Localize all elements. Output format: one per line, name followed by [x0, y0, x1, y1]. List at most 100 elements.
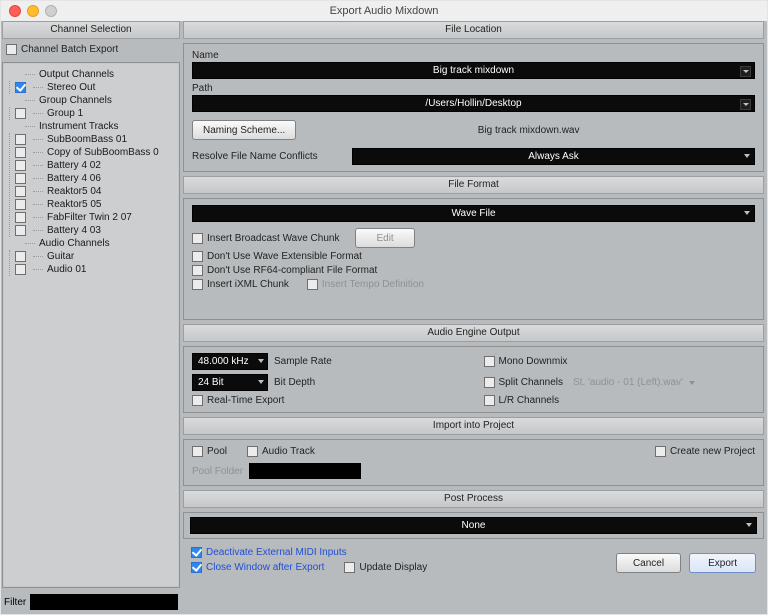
tree-group-audio[interactable]: Audio Channels: [37, 238, 110, 249]
channel-batch-export-checkbox[interactable]: [6, 44, 17, 55]
tree-checkbox[interactable]: [15, 225, 26, 236]
insert-ixml-checkbox[interactable]: [192, 279, 203, 290]
tree-group-group[interactable]: Group Channels: [37, 95, 112, 106]
titlebar: Export Audio Mixdown: [1, 1, 767, 22]
audio-track-checkbox[interactable]: [247, 446, 258, 457]
bottom-bar: Deactivate External MIDI Inputs Close Wi…: [183, 543, 764, 577]
dont-rf64-checkbox[interactable]: [192, 265, 203, 276]
tree-group-instrument[interactable]: Instrument Tracks: [37, 121, 118, 132]
tree-group-output[interactable]: Output Channels: [37, 69, 114, 80]
tree-checkbox[interactable]: [15, 251, 26, 262]
window-controls: [9, 5, 57, 17]
tree-item[interactable]: Battery 4 03: [45, 225, 101, 236]
tree-checkbox[interactable]: [15, 199, 26, 210]
post-process-header: Post Process: [183, 490, 764, 508]
tree-item[interactable]: Battery 4 06: [45, 173, 101, 184]
update-display-checkbox[interactable]: [344, 562, 355, 573]
tree-item[interactable]: Reaktor5 04: [45, 186, 101, 197]
zoom-icon[interactable]: [45, 5, 57, 17]
chevron-down-icon: [258, 359, 264, 363]
tree-checkbox[interactable]: [15, 212, 26, 223]
split-channels-checkbox[interactable]: [484, 377, 495, 388]
update-display-label: Update Display: [359, 562, 427, 573]
close-after-export-label: Close Window after Export: [206, 562, 324, 573]
post-process-value: None: [462, 520, 486, 531]
pool-checkbox[interactable]: [192, 446, 203, 457]
chevron-down-icon[interactable]: [740, 66, 751, 77]
close-after-export-checkbox[interactable]: [191, 562, 202, 573]
lr-channels-checkbox[interactable]: [484, 395, 495, 406]
pool-folder-label: Pool Folder: [192, 466, 243, 477]
chevron-down-icon: [258, 380, 264, 384]
resolve-conflicts-label: Resolve File Name Conflicts: [192, 151, 342, 162]
minimize-icon[interactable]: [27, 5, 39, 17]
chevron-down-icon: [744, 211, 750, 215]
mono-downmix-checkbox[interactable]: [484, 356, 495, 367]
path-field[interactable]: /Users/Hollin/Desktop: [192, 95, 755, 112]
naming-scheme-button[interactable]: Naming Scheme...: [192, 120, 296, 140]
sample-rate-field[interactable]: 48.000 kHz: [192, 353, 268, 370]
insert-broadcast-checkbox[interactable]: [192, 233, 203, 244]
tree-item[interactable]: Stereo Out: [45, 82, 95, 93]
channel-tree[interactable]: Output Channels Stereo Out Group Channel…: [2, 62, 180, 588]
tree-item[interactable]: SubBoomBass 01: [45, 134, 127, 145]
deactivate-midi-checkbox[interactable]: [191, 547, 202, 558]
create-new-project-checkbox[interactable]: [655, 446, 666, 457]
filter-input[interactable]: [30, 594, 178, 610]
export-button[interactable]: Export: [689, 553, 756, 573]
tree-item[interactable]: Battery 4 02: [45, 160, 101, 171]
real-time-export-checkbox[interactable]: [192, 395, 203, 406]
name-field[interactable]: Big track mixdown: [192, 62, 755, 79]
file-location-panel: Name Big track mixdown Path /Users/Holli…: [183, 43, 764, 172]
name-label: Name: [192, 50, 755, 61]
chevron-down-icon[interactable]: [689, 381, 695, 385]
audio-engine-header: Audio Engine Output: [183, 324, 764, 342]
resolve-conflicts-field[interactable]: Always Ask: [352, 148, 755, 165]
dont-wave-ext-checkbox[interactable]: [192, 251, 203, 262]
file-location-header: File Location: [183, 21, 764, 39]
post-process-field[interactable]: None: [190, 517, 757, 534]
dont-rf64-label: Don't Use RF64-compliant File Format: [207, 265, 377, 276]
tree-checkbox[interactable]: [15, 82, 26, 93]
name-value: Big track mixdown: [433, 65, 514, 76]
cancel-button[interactable]: Cancel: [616, 553, 681, 573]
channel-batch-export-row: Channel Batch Export: [2, 42, 180, 57]
file-format-field[interactable]: Wave File: [192, 205, 755, 222]
tree-item[interactable]: Guitar: [45, 251, 74, 262]
insert-broadcast-label: Insert Broadcast Wave Chunk: [207, 233, 339, 244]
file-format-panel: Wave File Insert Broadcast Wave Chunk Ed…: [183, 198, 764, 320]
tree-item[interactable]: Audio 01: [45, 264, 86, 275]
tree-checkbox[interactable]: [15, 173, 26, 184]
split-channels-value[interactable]: St. 'audio - 01 (Left).wav': [573, 377, 683, 388]
import-panel: Pool Audio Track Create new Project Pool…: [183, 439, 764, 486]
chevron-down-icon[interactable]: [740, 99, 751, 110]
sample-rate-value: 48.000 kHz: [198, 356, 249, 367]
edit-broadcast-button: Edit: [355, 228, 414, 248]
bit-depth-field[interactable]: 24 Bit: [192, 374, 268, 391]
close-icon[interactable]: [9, 5, 21, 17]
tree-item[interactable]: Copy of SubBoomBass 0: [45, 147, 159, 158]
tree-item[interactable]: Reaktor5 05: [45, 199, 101, 210]
tree-checkbox[interactable]: [15, 264, 26, 275]
file-format-header: File Format: [183, 176, 764, 194]
tree-checkbox[interactable]: [15, 108, 26, 119]
tree-checkbox[interactable]: [15, 147, 26, 158]
tree-item[interactable]: Group 1: [45, 108, 83, 119]
filter-row: Filter: [2, 591, 180, 613]
tree-checkbox[interactable]: [15, 160, 26, 171]
main-panel: File Location Name Big track mixdown Pat…: [183, 21, 766, 613]
sample-rate-label: Sample Rate: [274, 356, 332, 367]
chevron-down-icon: [746, 523, 752, 527]
bit-depth-label: Bit Depth: [274, 377, 315, 388]
channel-selection-sidebar: Channel Selection Channel Batch Export O…: [2, 21, 180, 613]
tree-item[interactable]: FabFilter Twin 2 07: [45, 212, 132, 223]
window-title: Export Audio Mixdown: [330, 5, 439, 17]
tree-checkbox[interactable]: [15, 134, 26, 145]
tree-checkbox[interactable]: [15, 186, 26, 197]
insert-tempo-label: Insert Tempo Definition: [322, 279, 424, 290]
audio-engine-panel: 48.000 kHz Sample Rate Mono Downmix 24 B…: [183, 346, 764, 413]
path-value: /Users/Hollin/Desktop: [425, 98, 521, 109]
pool-folder-field[interactable]: [249, 463, 361, 479]
post-process-panel: None: [183, 512, 764, 539]
resolve-conflicts-value: Always Ask: [528, 151, 579, 162]
